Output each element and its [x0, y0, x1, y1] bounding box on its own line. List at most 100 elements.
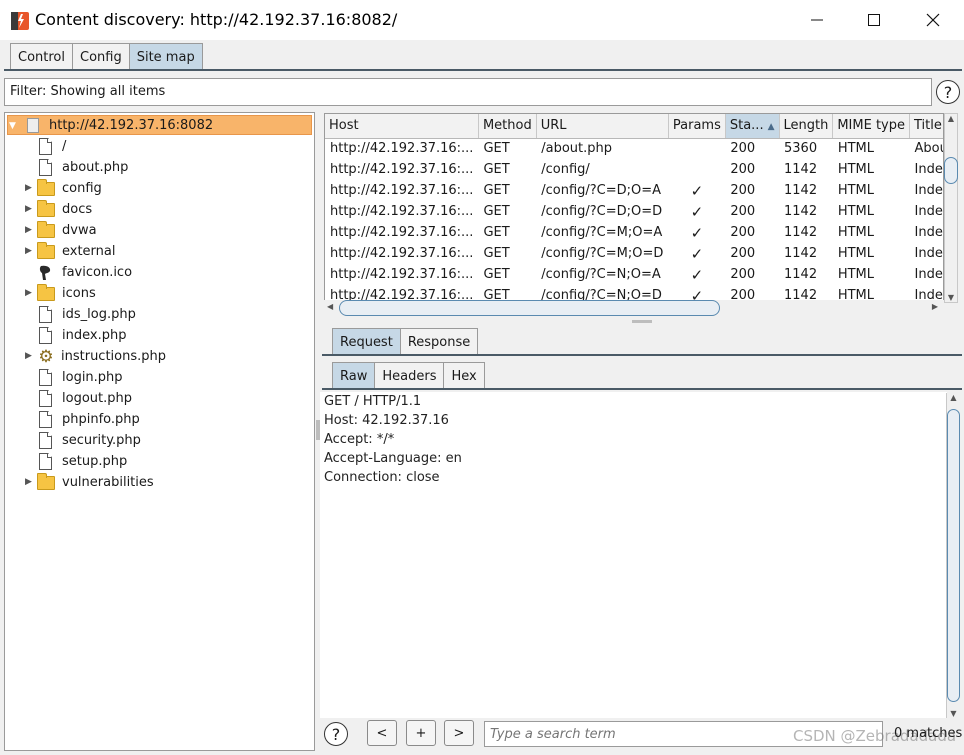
next-button[interactable]: > — [444, 720, 474, 746]
cell-method: GET — [483, 204, 510, 219]
column-header-status[interactable]: Sta... ▲ — [725, 114, 780, 139]
tree-item[interactable]: logout.php — [5, 388, 132, 409]
tree-item-label: phpinfo.php — [62, 412, 140, 427]
column-header-title[interactable]: Title — [909, 114, 943, 139]
maximize-icon — [868, 14, 880, 26]
column-header-url[interactable]: URL — [536, 114, 669, 139]
table-row[interactable]: http://42.192.37.16:... GET/config/?C=N;O… — [325, 264, 943, 285]
raw-line: GET / HTTP/1.1 — [324, 394, 422, 409]
column-header-method[interactable]: Method — [478, 114, 537, 139]
raw-line: Connection: close — [324, 470, 440, 485]
cell-status: 200 — [730, 225, 756, 240]
cell-mime-type: HTML — [837, 246, 875, 261]
cell-url: /config/?C=D;O=A — [541, 183, 662, 198]
expand-right-icon[interactable]: ▶ — [25, 477, 35, 487]
add-button[interactable]: + — [406, 720, 436, 746]
expand-right-icon[interactable]: ▶ — [25, 246, 35, 256]
raw-vertical-scroll-thumb[interactable] — [947, 409, 960, 702]
cell-url: /config/ — [541, 162, 590, 177]
checkmark-icon: ✓ — [690, 244, 704, 263]
sort-ascending-icon: ▲ — [767, 122, 775, 133]
tree-item-label: config — [62, 181, 102, 196]
table-vertical-scroll-thumb[interactable] — [944, 157, 958, 184]
scroll-down-icon[interactable]: ▼ — [945, 293, 957, 302]
cell-method: GET — [483, 183, 510, 198]
cell-length: 1142 — [784, 225, 818, 240]
tree-item[interactable]: ▶ config — [5, 178, 102, 199]
scroll-down-icon[interactable]: ▼ — [947, 709, 960, 718]
raw-line: Host: 42.192.37.16 — [324, 413, 449, 428]
tab-hex[interactable]: Hex — [443, 362, 485, 389]
previous-button[interactable]: < — [367, 720, 397, 746]
table-horizontal-scroll-thumb[interactable] — [339, 300, 720, 316]
tree-item[interactable]: about.php — [5, 157, 128, 178]
expand-right-icon[interactable]: ▶ — [25, 183, 35, 193]
cell-title: Abou — [914, 141, 944, 157]
column-header-host[interactable]: Host — [325, 114, 479, 139]
column-header-length[interactable]: Length — [779, 114, 834, 139]
expand-down-icon[interactable]: ▼ — [9, 121, 23, 131]
tree-item[interactable]: ▶ dvwa — [5, 220, 97, 241]
document-icon — [39, 138, 52, 155]
cell-method: GET — [483, 162, 510, 177]
tree-item[interactable]: security.php — [5, 430, 141, 451]
tree-root-item[interactable]: ▼ http://42.192.37.16:8082 — [9, 115, 213, 136]
tree-item[interactable]: favicon.ico — [5, 262, 132, 283]
scroll-up-icon[interactable]: ▲ — [945, 114, 957, 123]
expand-right-icon[interactable]: ▶ — [25, 225, 35, 235]
column-header-params[interactable]: Params — [668, 114, 726, 139]
scroll-left-icon[interactable]: ◀ — [327, 302, 333, 311]
message-tab-bar: Request Response — [332, 328, 479, 355]
tree-item[interactable]: login.php — [5, 367, 123, 388]
tab-control[interactable]: Control — [10, 43, 73, 70]
raw-request-editor[interactable]: GET / HTTP/1.1 Host: 42.192.37.16 Accept… — [320, 392, 947, 718]
table-row[interactable]: http://42.192.37.16:... GET/config/?C=M;O… — [325, 222, 943, 243]
expand-right-icon[interactable]: ▶ — [25, 204, 35, 214]
maximize-button[interactable] — [851, 0, 897, 40]
tree-item[interactable]: phpinfo.php — [5, 409, 140, 430]
view-tab-underline — [322, 388, 962, 390]
tree-item[interactable]: ▶ external — [5, 241, 116, 262]
minimize-button[interactable] — [794, 0, 840, 40]
horizontal-splitter-grip[interactable] — [632, 320, 652, 323]
tab-headers[interactable]: Headers — [374, 362, 445, 389]
cell-title: Inde — [914, 162, 943, 177]
tab-request[interactable]: Request — [332, 328, 401, 355]
scroll-up-icon[interactable]: ▲ — [947, 393, 960, 402]
tree-item[interactable]: index.php — [5, 325, 126, 346]
expand-right-icon[interactable]: ▶ — [25, 288, 35, 298]
tab-config[interactable]: Config — [72, 43, 130, 70]
help-icon[interactable]: ? — [324, 722, 348, 746]
column-header-mime-type[interactable]: MIME type — [832, 114, 910, 139]
table-row[interactable]: http://42.192.37.16:... GET/config/200 114… — [325, 159, 943, 180]
tree-item[interactable]: ▶ icons — [5, 283, 96, 304]
scroll-right-icon[interactable]: ▶ — [932, 302, 938, 311]
filter-bar[interactable]: Filter: Showing all items — [4, 78, 932, 106]
tab-response[interactable]: Response — [399, 328, 479, 355]
tree-item[interactable]: ▶ docs — [5, 199, 92, 220]
tree-item[interactable]: ids_log.php — [5, 304, 136, 325]
site-map-tree: ▼ http://42.192.37.16:8082 / about.php ▶ co… — [4, 112, 315, 751]
table-row[interactable]: http://42.192.37.16:... GET/config/?C=D;O… — [325, 201, 943, 222]
tab-site-map[interactable]: Site map — [128, 43, 203, 70]
table-row[interactable]: http://42.192.37.16:... GET/config/?C=M;O… — [325, 243, 943, 264]
close-button[interactable] — [910, 0, 956, 40]
tree-item[interactable]: / — [5, 136, 66, 157]
document-icon — [39, 369, 52, 386]
tree-item[interactable]: setup.php — [5, 451, 127, 472]
cell-length: 1142 — [784, 267, 818, 282]
tree-item-label: about.php — [62, 160, 129, 175]
table-row[interactable]: http://42.192.37.16:... GET/config/?C=D;O… — [325, 180, 943, 201]
cell-title: Inde — [914, 246, 943, 261]
expand-right-icon[interactable]: ▶ — [25, 351, 35, 361]
raw-line: Accept: */* — [324, 432, 395, 447]
tree-item[interactable]: ▶ ⚙ instructions.php — [5, 346, 166, 367]
table-vertical-scrollbar[interactable]: ▲ ▼ — [944, 113, 958, 303]
cell-status: 200 — [730, 204, 756, 219]
status-header-label: Sta... — [729, 118, 764, 134]
table-header-row: Host Method URL Params Sta... ▲ Length MI… — [325, 114, 943, 139]
tab-raw[interactable]: Raw — [332, 362, 376, 389]
table-row[interactable]: http://42.192.37.16:... GET/about.php 200 5… — [325, 138, 944, 159]
help-icon[interactable]: ? — [936, 80, 960, 104]
tree-item[interactable]: ▶ vulnerabilities — [5, 472, 154, 493]
